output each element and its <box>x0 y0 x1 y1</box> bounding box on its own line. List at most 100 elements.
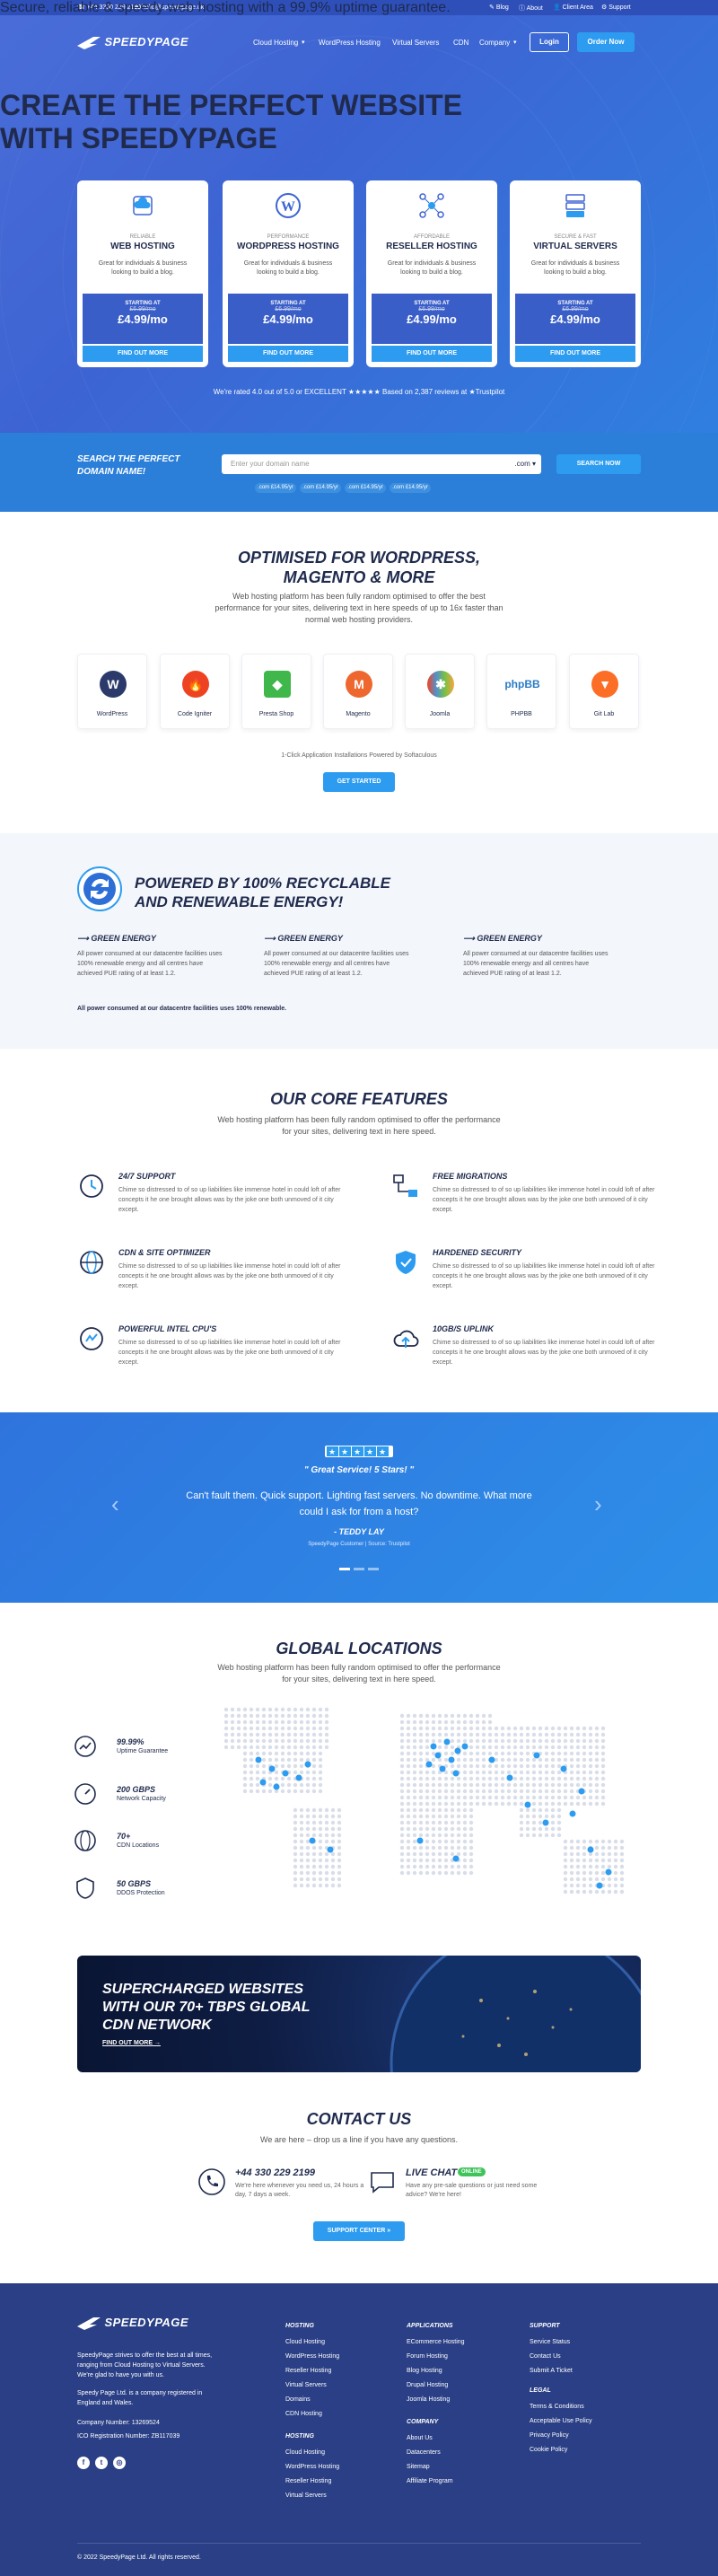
footer-link[interactable]: Cookie Policy <box>530 2443 592 2457</box>
footer-support-links: SUPPORT Service Status Contact Us Submit… <box>530 2319 573 2378</box>
app-phpbb[interactable]: phpBB PHPBB <box>486 654 556 729</box>
footer-ico-number: ICO Registration Number: ZB117039 <box>77 2433 180 2440</box>
footer-link[interactable]: Datacenters <box>407 2446 453 2460</box>
footer-link[interactable]: Virtual Servers <box>285 2489 339 2503</box>
locations-text: Web hosting platform has been fully rand… <box>217 1663 501 1684</box>
logo-wing-icon <box>77 36 101 49</box>
svg-text:★: ★ <box>341 1448 348 1457</box>
facebook-icon[interactable]: f <box>77 2457 90 2469</box>
footer-logo[interactable]: SPEEDYPAGE <box>77 2315 188 2331</box>
footer-link[interactable]: Affiliate Program <box>407 2475 453 2489</box>
shopping-bag-icon: ◆ <box>264 671 291 698</box>
footer-link[interactable]: Blog Hosting <box>407 2364 465 2378</box>
app-prestashop[interactable]: ◆ Presta Shop <box>241 654 311 729</box>
footer-company-links: COMPANY About Us Datacenters Sitemap Aff… <box>407 2415 453 2489</box>
footer-link[interactable]: Privacy Policy <box>530 2429 592 2443</box>
footer-link[interactable]: Terms & Conditions <box>530 2400 592 2414</box>
cloud-server-icon <box>133 196 153 215</box>
footer-about: SpeedyPage strives to offer the best at … <box>77 2352 213 2378</box>
svg-text:★: ★ <box>354 1448 361 1457</box>
tld-price-badge: .com £14.95/yr <box>390 483 431 493</box>
footer-divider <box>77 2543 641 2544</box>
instagram-icon[interactable]: ◎ <box>113 2457 126 2469</box>
footer-link[interactable]: Domains <box>285 2393 339 2407</box>
cpu-icon <box>80 1327 103 1350</box>
footer-link[interactable]: Service Status <box>530 2335 573 2350</box>
footer-link[interactable]: Cloud Hosting <box>285 2446 339 2460</box>
support-center-button[interactable]: SUPPORT CENTER » <box>313 2221 405 2241</box>
nav-cloud-hosting[interactable]: Cloud Hosting <box>253 39 298 47</box>
footer-link[interactable]: WordPress Hosting <box>285 2350 339 2364</box>
footer-link[interactable]: Reseller Hosting <box>285 2475 339 2489</box>
svg-text:★: ★ <box>328 1448 336 1457</box>
footer-link[interactable]: Forum Hosting <box>407 2350 465 2364</box>
migration-icon <box>393 1174 417 1197</box>
domain-search-input[interactable]: Enter your domain name .com ▾ <box>222 454 541 474</box>
find-out-more-button[interactable]: FIND OUT MORE <box>228 346 348 362</box>
footer-link[interactable]: Acceptable Use Policy <box>530 2414 592 2429</box>
green-energy-title: POWERED BY 100% RECYCLABLE AND RENEWABLE … <box>135 875 390 910</box>
online-badge: ONLINE <box>458 2167 486 2176</box>
footer-link[interactable]: Joomla Hosting <box>407 2393 465 2407</box>
footer-link[interactable]: Cloud Hosting <box>285 2335 339 2350</box>
app-joomla[interactable]: ✱ Joomla <box>405 654 475 729</box>
footer-link[interactable]: Drupal Hosting <box>407 2378 465 2393</box>
cdn-banner: SUPERCHARGED WEBSITES WITH OUR 70+ TBPS G… <box>77 1956 641 2072</box>
app-wordpress[interactable]: W WordPress <box>77 654 147 729</box>
find-out-more-button[interactable]: FIND OUT MORE <box>372 346 492 362</box>
softaculous-note: 1-Click Application Installations Powere… <box>281 752 437 759</box>
app-codeigniter[interactable]: 🔥 Code Igniter <box>160 654 230 729</box>
chevron-right-icon[interactable]: › <box>594 1490 602 1518</box>
wordpress-icon: W <box>100 671 127 698</box>
chevron-down-icon: ▾ <box>513 40 517 46</box>
footer-link[interactable]: About Us <box>407 2431 453 2446</box>
optimised-title: OPTIMISED FOR WORDPRESS, MAGENTO & MORE <box>237 549 481 586</box>
nav-cdn[interactable]: CDN <box>453 39 468 47</box>
order-now-button[interactable]: Order Now <box>577 32 635 52</box>
footer-link[interactable]: ECommerce Hosting <box>407 2335 465 2350</box>
world-map <box>223 1707 625 1895</box>
footer-hosting-links: HOSTING Cloud Hosting WordPress Hosting … <box>285 2319 339 2422</box>
testimonial-quote: Can't fault them. Quick support. Lightin… <box>186 1490 532 1517</box>
logo[interactable]: SPEEDYPAGE <box>77 34 188 50</box>
nav-company[interactable]: Company <box>479 39 510 47</box>
footer-link[interactable]: Virtual Servers <box>285 2378 339 2393</box>
carousel-dots[interactable] <box>339 1568 381 1571</box>
app-gitlab[interactable]: ▼ Git Lab <box>569 654 639 729</box>
gitlab-fox-icon: ▼ <box>591 671 618 698</box>
cdn-find-out-more-link[interactable]: FIND OUT MORE → <box>102 2040 161 2046</box>
login-button[interactable]: Login <box>530 32 569 52</box>
trustpilot-rating[interactable]: We're rated 4.0 out of 5.0 or EXCELLENT … <box>0 388 718 396</box>
chevron-left-icon[interactable]: ‹ <box>111 1490 119 1518</box>
footer-link[interactable]: WordPress Hosting <box>285 2460 339 2475</box>
footer-link[interactable]: Submit A Ticket <box>530 2364 573 2378</box>
clock-icon <box>80 1174 103 1198</box>
footer-link[interactable]: CDN Hosting <box>285 2407 339 2422</box>
testimonial-title: " Great Service! 5 Stars! " <box>303 1465 415 1475</box>
star-rating-icon: ★ ★ ★ ★ ★ <box>327 1446 389 1457</box>
flame-icon: 🔥 <box>182 671 209 698</box>
nav-wordpress-hosting[interactable]: WordPress Hosting <box>319 39 381 47</box>
footer-applications-links: APPLICATIONS ECommerce Hosting Forum Hos… <box>407 2319 465 2407</box>
footer-link[interactable]: Reseller Hosting <box>285 2364 339 2378</box>
testimonial-source: SpeedyPage Customer | Source: Trustpilot <box>308 1542 410 1547</box>
globe-icon <box>74 1830 96 1851</box>
tld-select[interactable]: .com ▾ <box>514 460 536 468</box>
magento-icon: M <box>346 671 372 698</box>
app-magento[interactable]: M Magento <box>323 654 393 729</box>
find-out-more-button[interactable]: FIND OUT MORE <box>83 346 203 362</box>
plan-card-wordpress-hosting: W PERFORMANCE WORDPRESS HOSTING Great fo… <box>223 180 354 367</box>
footer-hosting-links-2: HOSTING Cloud Hosting WordPress Hosting … <box>285 2430 339 2503</box>
footer-link[interactable]: Sitemap <box>407 2460 453 2475</box>
green-energy-column: ⟶ GREEN ENERGY All power consumed at our … <box>77 934 223 977</box>
trustpilot-stars: ★ ★ ★ ★ ★ <box>325 1446 393 1457</box>
earth-at-night-image <box>390 1956 641 2072</box>
find-out-more-button[interactable]: FIND OUT MORE <box>515 346 635 362</box>
get-started-button[interactable]: GET STARTED <box>323 772 395 792</box>
footer-link[interactable]: Contact Us <box>530 2350 573 2364</box>
nav-virtual-servers[interactable]: Virtual Servers <box>392 39 439 47</box>
twitter-icon[interactable]: t <box>95 2457 108 2469</box>
search-now-button[interactable]: SEARCH NOW <box>556 454 641 474</box>
plan-card-web-hosting: RELIABLE WEB HOSTING Great for individua… <box>77 180 208 367</box>
chart-icon <box>74 1736 96 1757</box>
